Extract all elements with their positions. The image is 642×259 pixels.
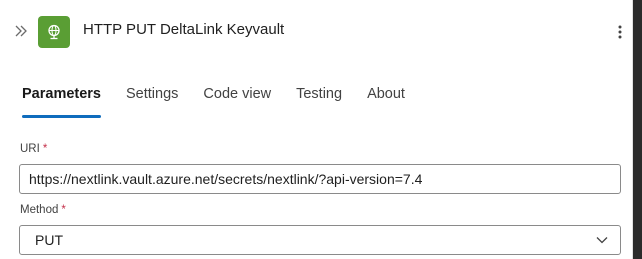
chevron-down-icon (596, 237, 608, 244)
action-details-panel: HTTP PUT DeltaLink Keyvault Parameters S… (0, 0, 633, 259)
tab-code-view[interactable]: Code view (203, 86, 271, 118)
tab-about[interactable]: About (367, 86, 405, 118)
uri-input[interactable]: https://nextlink.vault.azure.net/secrets… (19, 164, 621, 194)
globe-icon (38, 16, 70, 48)
uri-label-text: URI (20, 143, 40, 155)
method-label: Method * (20, 204, 66, 216)
uri-value: https://nextlink.vault.azure.net/secrets… (29, 171, 423, 187)
action-title[interactable]: HTTP PUT DeltaLink Keyvault (83, 21, 284, 38)
window-edge (633, 0, 642, 259)
uri-label: URI * (20, 143, 47, 155)
tab-settings[interactable]: Settings (126, 86, 178, 118)
required-marker: * (42, 143, 48, 155)
tab-testing[interactable]: Testing (296, 86, 342, 118)
method-label-text: Method (20, 204, 59, 216)
method-value: PUT (35, 232, 63, 248)
required-marker: * (61, 204, 66, 216)
more-options-icon[interactable] (613, 22, 627, 42)
tab-parameters[interactable]: Parameters (22, 86, 101, 118)
panel-header: HTTP PUT DeltaLink Keyvault (0, 0, 632, 62)
method-dropdown[interactable]: PUT (19, 225, 621, 255)
collapse-panel-icon[interactable] (12, 22, 30, 40)
tab-list: Parameters Settings Code view Testing Ab… (22, 86, 430, 118)
